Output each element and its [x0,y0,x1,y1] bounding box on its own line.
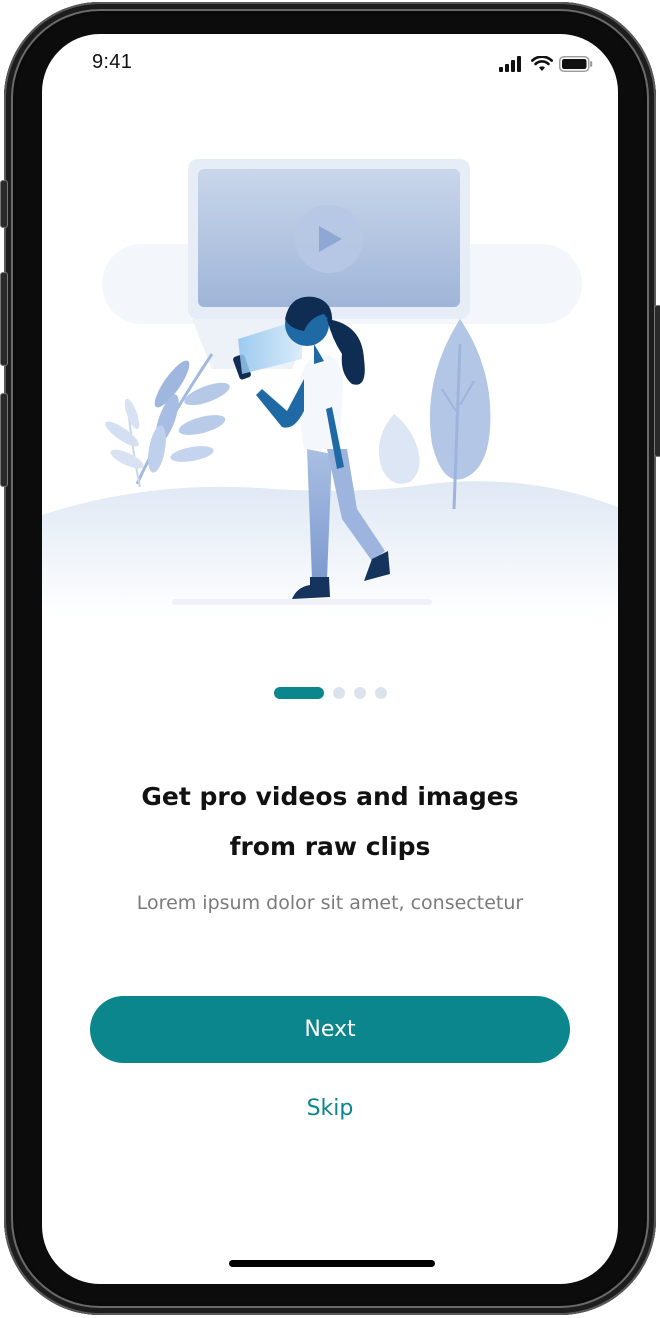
onboarding-title-line1: Get pro videos and images [141,782,519,811]
wifi-icon [531,56,553,71]
onboarding-subtitle: Lorem ipsum dolor sit amet, consectetur [136,892,524,914]
onboarding-title: Get pro videos and images from raw clips [42,772,618,872]
next-button[interactable]: Next [90,996,570,1063]
volume-up-button [0,272,8,366]
status-bar: 9:41 [42,34,618,94]
pagination-dot-2[interactable] [332,687,345,699]
power-button [654,305,660,457]
tree-right [378,319,491,510]
pagination-dot-1[interactable] [273,687,324,699]
onboarding-illustration [42,159,618,619]
signal-icon [499,56,521,72]
volume-down-button [0,393,8,487]
silent-switch [0,180,8,228]
play-icon [295,205,363,273]
plant-left [105,353,230,488]
battery-icon [559,56,593,72]
pagination-dot-3[interactable] [353,687,366,699]
status-icons [499,56,593,72]
skip-link[interactable]: Skip [42,1096,618,1121]
screen: 9:41 Get pro videos and images from raw … [42,34,618,1284]
onboarding-title-line2: from raw clips [229,832,431,861]
next-button-label: Next [304,1017,356,1042]
status-time: 9:41 [92,51,133,73]
pagination-dot-4[interactable] [374,687,387,699]
pagination-dots [42,687,618,699]
home-indicator[interactable] [229,1260,435,1267]
